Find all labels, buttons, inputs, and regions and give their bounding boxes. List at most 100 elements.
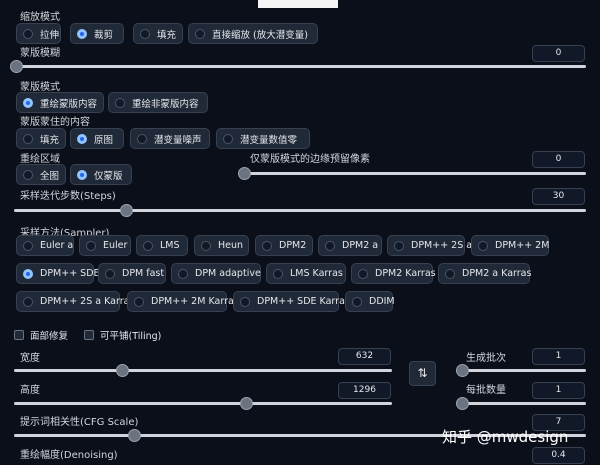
inpaint-area-label: 重绘区域	[20, 154, 60, 165]
sampler-option[interactable]: DPM fast	[98, 263, 166, 284]
radio-indicator-icon	[445, 268, 455, 279]
only-masked-padding-input[interactable]: 0	[532, 151, 585, 168]
tiling-checkbox[interactable]: 可平铺(Tiling)	[84, 328, 161, 342]
masked-content-label: 蒙版蒙住的内容	[20, 117, 90, 128]
slider-track	[14, 369, 392, 372]
width-input[interactable]: 632	[338, 348, 391, 365]
slider-handle[interactable]	[10, 60, 23, 73]
slider-handle[interactable]	[238, 167, 251, 180]
resize-mode-label: 缩放模式	[20, 12, 60, 23]
only-masked-padding-label: 仅蒙版模式的边缘预留像素	[250, 154, 370, 165]
resize-mode-option[interactable]: 拉伸	[16, 23, 61, 44]
restore-faces-checkbox[interactable]: 面部修复	[14, 328, 68, 342]
mask-blur-label: 蒙版模糊	[20, 48, 60, 59]
slider-track	[456, 369, 586, 372]
sampler-option[interactable]: DPM++ 2S a	[387, 235, 472, 256]
height-slider[interactable]	[14, 397, 392, 410]
slider-handle[interactable]	[116, 364, 129, 377]
top-image-preview	[258, 0, 338, 8]
sampler-option[interactable]: LMS	[136, 235, 188, 256]
radio-indicator-icon	[77, 133, 87, 144]
radio-indicator-icon	[478, 240, 488, 251]
sampler-option[interactable]: Euler	[79, 235, 131, 256]
width-label: 宽度	[20, 353, 40, 364]
radio-indicator-icon	[23, 240, 33, 251]
width-slider[interactable]	[14, 364, 392, 377]
radio-indicator-icon	[23, 133, 33, 144]
radio-indicator-icon	[23, 268, 33, 279]
steps-slider[interactable]	[14, 204, 586, 217]
mask-mode-option[interactable]: 重绘蒙版内容	[16, 92, 104, 113]
sampler-option[interactable]: DPM++ SDE Karras	[233, 291, 350, 312]
masked-content-option[interactable]: 填充	[16, 128, 66, 149]
slider-track	[14, 402, 392, 405]
inpaint-area-option[interactable]: 全图	[16, 164, 66, 185]
sampler-option[interactable]: DPM++ 2M	[471, 235, 549, 256]
slider-track	[238, 172, 586, 175]
slider-handle[interactable]	[456, 397, 469, 410]
batch-size-label: 每批数量	[466, 385, 506, 396]
masked-content-option[interactable]: 潜变量数值零	[216, 128, 310, 149]
slider-handle[interactable]	[240, 397, 253, 410]
watermark: 知乎 @mwdesign	[442, 428, 569, 446]
sampler-option[interactable]: LMS Karras	[266, 263, 346, 284]
steps-input[interactable]: 30	[532, 188, 585, 205]
denoising-input[interactable]: 0.4	[532, 447, 585, 464]
radio-indicator-icon	[115, 97, 125, 108]
sampler-option[interactable]: DPM++ 2M Karras	[127, 291, 239, 312]
radio-indicator-icon	[143, 240, 153, 251]
inpaint-area-option[interactable]: 仅蒙版	[70, 164, 132, 185]
sampler-option[interactable]: DPM2	[255, 235, 313, 256]
checkbox-box-icon	[84, 330, 94, 340]
steps-label: 采样迭代步数(Steps)	[20, 191, 116, 202]
mask-blur-slider[interactable]	[10, 60, 586, 73]
radio-indicator-icon	[195, 28, 205, 39]
radio-indicator-icon	[23, 169, 33, 180]
sampler-option[interactable]: DPM++ SDE	[16, 263, 100, 284]
radio-indicator-icon	[325, 240, 335, 251]
height-label: 高度	[20, 385, 40, 396]
radio-indicator-icon	[134, 296, 144, 307]
radio-indicator-icon	[273, 268, 283, 279]
radio-indicator-icon	[240, 296, 250, 307]
sampler-option[interactable]: DDIM	[345, 291, 395, 312]
sampler-option[interactable]: Heun	[194, 235, 249, 256]
radio-indicator-icon	[358, 268, 368, 279]
slider-handle[interactable]	[120, 204, 133, 217]
radio-indicator-icon	[140, 28, 150, 39]
resize-mode-option[interactable]: 直接缩放 (放大潜变量)	[188, 23, 318, 44]
sampler-option[interactable]: DPM adaptive	[171, 263, 261, 284]
radio-indicator-icon	[77, 28, 87, 39]
sampler-option[interactable]: DPM2 Karras	[351, 263, 436, 284]
checkbox-box-icon	[14, 330, 24, 340]
swap-dimensions-button[interactable]: ⇅	[409, 361, 436, 386]
only-masked-padding-slider[interactable]	[238, 167, 586, 180]
mask-mode-label: 蒙版模式	[20, 82, 60, 93]
sampler-option[interactable]: DPM++ 2S a Karras	[16, 291, 134, 312]
batch-count-input[interactable]: 1	[532, 348, 585, 365]
radio-indicator-icon	[262, 240, 272, 251]
batch-count-slider[interactable]	[456, 364, 586, 377]
sampler-option[interactable]: DPM2 a Karras	[438, 263, 531, 284]
radio-indicator-icon	[394, 240, 404, 251]
masked-content-option[interactable]: 潜变量噪声	[130, 128, 210, 149]
denoising-label: 重绘幅度(Denoising)	[20, 450, 118, 461]
batch-size-slider[interactable]	[456, 397, 586, 410]
slider-handle[interactable]	[456, 364, 469, 377]
masked-content-option[interactable]: 原图	[70, 128, 124, 149]
radio-indicator-icon	[86, 240, 96, 251]
radio-indicator-icon	[23, 296, 33, 307]
sampler-option[interactable]: DPM2 a	[318, 235, 382, 256]
radio-indicator-icon	[178, 268, 188, 279]
radio-indicator-icon	[352, 296, 362, 307]
resize-mode-option[interactable]: 填充	[133, 23, 183, 44]
resize-mode-option[interactable]: 裁剪	[70, 23, 124, 44]
radio-indicator-icon	[23, 28, 33, 39]
cfg-scale-label: 提示词相关性(CFG Scale)	[20, 417, 139, 428]
sampler-option[interactable]: Euler a	[16, 235, 74, 256]
slider-track	[14, 209, 586, 212]
mask-mode-option[interactable]: 重绘非蒙版内容	[108, 92, 208, 113]
slider-handle[interactable]	[128, 429, 141, 442]
swap-vertical-arrows-icon: ⇅	[417, 366, 428, 380]
batch-count-label: 生成批次	[466, 353, 506, 364]
